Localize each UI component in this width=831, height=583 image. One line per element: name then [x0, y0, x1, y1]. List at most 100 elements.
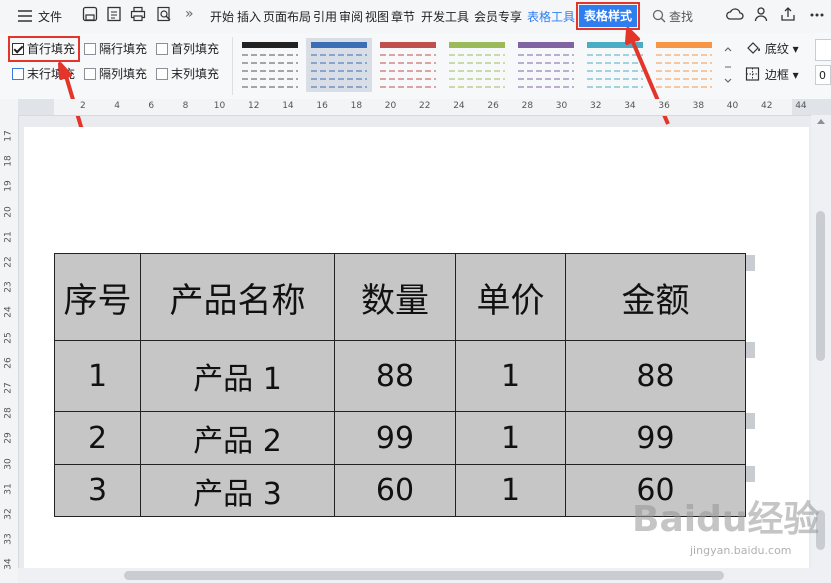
- data-table[interactable]: 序号 产品名称 数量 单价 金额 1 产品 1 88 1 88 2 产品 2 9…: [54, 253, 746, 517]
- cloud-sync-icon[interactable]: [726, 6, 744, 24]
- table-cell[interactable]: 2: [54, 411, 141, 465]
- table-cell[interactable]: 88: [334, 340, 456, 412]
- ruler-tick-label: 40: [726, 101, 739, 111]
- table-cell[interactable]: 60: [334, 464, 456, 517]
- tab-review[interactable]: 审阅: [339, 8, 363, 25]
- gallery-scroll-button[interactable]: [721, 39, 735, 91]
- row-resize-handle[interactable]: [746, 255, 755, 271]
- ruler-tick-label: 2: [80, 101, 86, 111]
- ruler-tick-label: 24: [453, 101, 465, 111]
- horizontal-scroll-thumb[interactable]: [124, 571, 724, 580]
- tab-table-tools[interactable]: 表格工具: [527, 8, 575, 25]
- ruler-tick-label: 17: [3, 130, 14, 142]
- scroll-up-arrow[interactable]: [817, 119, 825, 124]
- line-style-box[interactable]: 0: [815, 65, 831, 85]
- ruler-tick-label: 12: [248, 101, 260, 111]
- table-cell[interactable]: 88: [565, 340, 746, 412]
- ruler-tick-label: 23: [3, 281, 14, 293]
- tab-start[interactable]: 开始: [210, 8, 234, 25]
- ribbon-divider: [232, 37, 233, 95]
- table-style-swatch[interactable]: [375, 38, 441, 92]
- row-resize-handle[interactable]: [746, 466, 755, 482]
- ruler-tick-label: 34: [624, 101, 636, 111]
- more-icon[interactable]: »: [185, 6, 194, 22]
- ruler-tick-label: 32: [3, 508, 14, 520]
- header-cell-index[interactable]: 序号: [54, 253, 141, 341]
- ruler-tick-label: 44: [795, 101, 807, 111]
- ruler-tick-label: 32: [590, 101, 602, 111]
- share-icon[interactable]: [780, 6, 798, 24]
- ruler-tick-label: 6: [148, 101, 155, 111]
- table-style-swatch[interactable]: [237, 38, 303, 92]
- tab-insert[interactable]: 插入: [237, 8, 261, 25]
- save-icon[interactable]: [82, 6, 100, 24]
- export-pdf-icon[interactable]: [106, 6, 124, 24]
- table-style-swatch[interactable]: [513, 38, 579, 92]
- header-cell-unit-price[interactable]: 单价: [455, 253, 566, 341]
- banded-columns-checkbox[interactable]: 隔列填充: [84, 66, 147, 82]
- table-cell[interactable]: 1: [455, 411, 566, 465]
- print-icon[interactable]: [130, 6, 148, 24]
- checkbox-icon: [84, 43, 96, 55]
- table-style-swatch[interactable]: [306, 38, 372, 92]
- checkbox-icon: [156, 68, 168, 80]
- tab-view[interactable]: 视图: [365, 8, 389, 25]
- horizontal-scrollbar[interactable]: [18, 568, 811, 583]
- horizontal-ruler[interactable]: 2 4 6 8 10 12 14 16 18 20 22 24 26 28 30 32 34 36 38 40 42 44: [0, 99, 831, 116]
- ruler-tick-label: 14: [282, 101, 294, 111]
- ruler-tick-label: 20: [384, 101, 397, 111]
- header-cell-quantity[interactable]: 数量: [334, 253, 456, 341]
- vertical-ruler[interactable]: 17 18 19 20 21 22 23 24 25 26 27 28 29 30 31 32 33 34: [0, 115, 19, 583]
- table-style-swatch[interactable]: [651, 38, 717, 92]
- ribbon: 首行填充 隔行填充 首列填充 末行填充 隔列填充 末列填充 底纹 ▾ 边框 ▾ …: [0, 33, 831, 100]
- ruler-tick-label: 25: [3, 331, 14, 344]
- search-icon[interactable]: [652, 8, 670, 26]
- tab-sections[interactable]: 章节: [391, 8, 415, 25]
- vertical-scroll-thumb[interactable]: [816, 211, 825, 361]
- ruler-tick-label: 26: [3, 357, 14, 369]
- table-cell[interactable]: 产品 2: [140, 411, 335, 465]
- table-cell[interactable]: 1: [54, 340, 141, 412]
- search-label[interactable]: 查找: [669, 8, 693, 25]
- row-resize-handle[interactable]: [746, 342, 755, 358]
- checkbox-icon: [12, 68, 24, 80]
- table-cell[interactable]: 1: [455, 340, 566, 412]
- ruler-tick-label: 34: [3, 558, 14, 571]
- ruler-margin-left: [18, 99, 54, 115]
- last-row-fill-checkbox[interactable]: 末行填充: [12, 66, 75, 82]
- border-button[interactable]: 边框 ▾: [745, 66, 799, 83]
- ruler-tick-label: 24: [3, 306, 14, 319]
- tab-references[interactable]: 引用: [313, 8, 337, 25]
- print-preview-icon[interactable]: [156, 6, 174, 24]
- collaborate-icon[interactable]: [754, 6, 772, 24]
- hamburger-menu-icon[interactable]: [17, 8, 35, 26]
- ruler-tick-label: 18: [350, 101, 363, 111]
- table-cell[interactable]: 99: [334, 411, 456, 465]
- banded-rows-checkbox[interactable]: 隔行填充: [84, 41, 147, 57]
- ruler-tick-label: 27: [3, 382, 14, 394]
- line-width-box[interactable]: [815, 39, 831, 61]
- table-cell[interactable]: 3: [54, 464, 141, 517]
- ruler-tick-label: 21: [3, 231, 14, 243]
- table-cell[interactable]: 产品 1: [140, 340, 335, 412]
- table-header-row: 序号 产品名称 数量 单价 金额: [54, 253, 746, 341]
- header-cell-amount[interactable]: 金额: [565, 253, 746, 341]
- first-column-fill-checkbox[interactable]: 首列填充: [156, 41, 219, 57]
- tab-page-layout[interactable]: 页面布局: [263, 8, 311, 25]
- last-column-fill-checkbox[interactable]: 末列填充: [156, 66, 219, 82]
- table-style-swatch[interactable]: [444, 38, 510, 92]
- row-resize-handle[interactable]: [746, 413, 755, 429]
- table-style-swatch[interactable]: [582, 38, 648, 92]
- file-menu[interactable]: 文件: [38, 8, 62, 25]
- table-cell[interactable]: 产品 3: [140, 464, 335, 517]
- more-options-icon[interactable]: [808, 6, 826, 24]
- shading-button[interactable]: 底纹 ▾: [745, 40, 799, 57]
- header-cell-product-name[interactable]: 产品名称: [140, 253, 335, 341]
- table-cell[interactable]: 99: [565, 411, 746, 465]
- table-cell[interactable]: 1: [455, 464, 566, 517]
- ruler-tick-label: 38: [692, 101, 705, 111]
- ruler-tick-label: 8: [182, 101, 189, 111]
- tab-developer[interactable]: 开发工具: [421, 8, 469, 25]
- ruler-tick-label: 28: [521, 101, 534, 111]
- tab-member[interactable]: 会员专享: [474, 8, 522, 25]
